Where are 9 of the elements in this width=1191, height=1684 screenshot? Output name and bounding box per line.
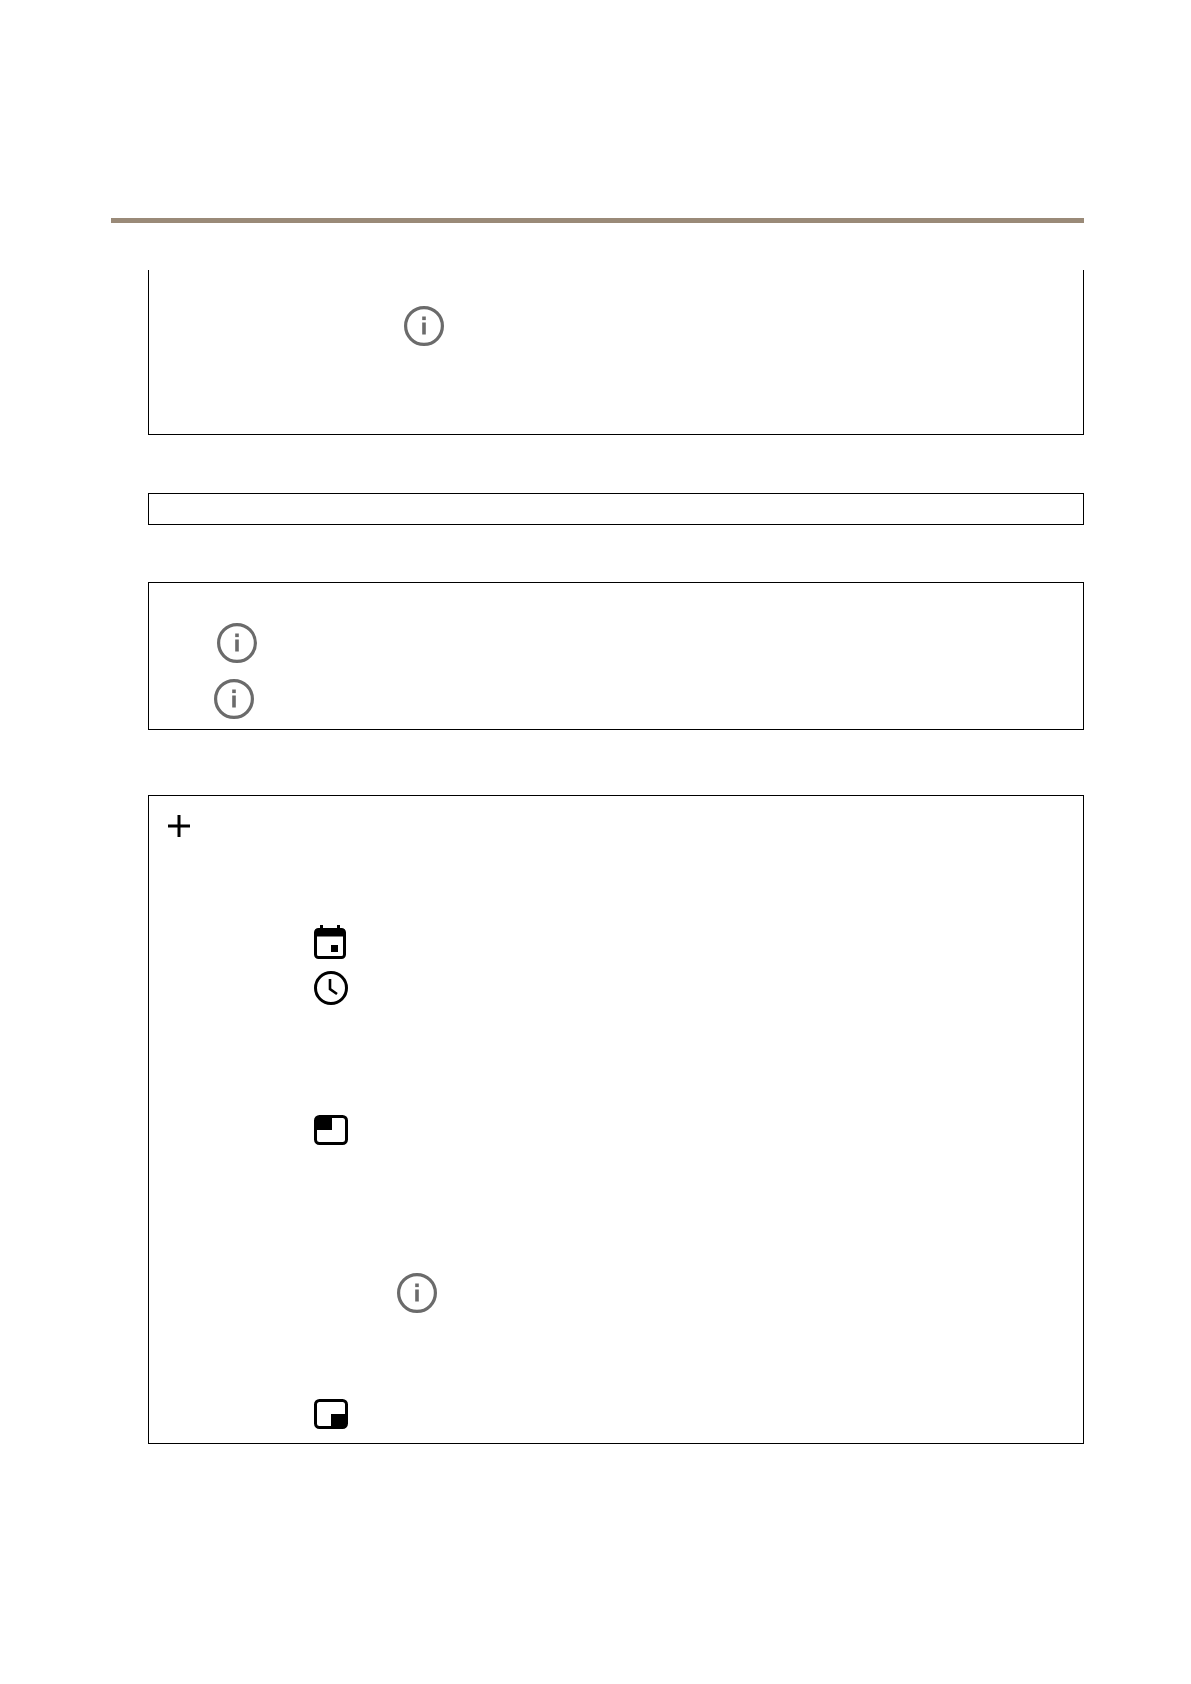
info-icon	[397, 1273, 437, 1313]
top-left-window-icon	[314, 1115, 348, 1145]
plus-icon	[168, 815, 190, 837]
bottom-right-window-icon	[314, 1399, 348, 1429]
info-icon	[217, 623, 257, 663]
info-icon	[404, 306, 444, 346]
calendar-icon	[314, 925, 346, 959]
clock-icon	[314, 971, 348, 1005]
info-icon	[214, 679, 254, 719]
